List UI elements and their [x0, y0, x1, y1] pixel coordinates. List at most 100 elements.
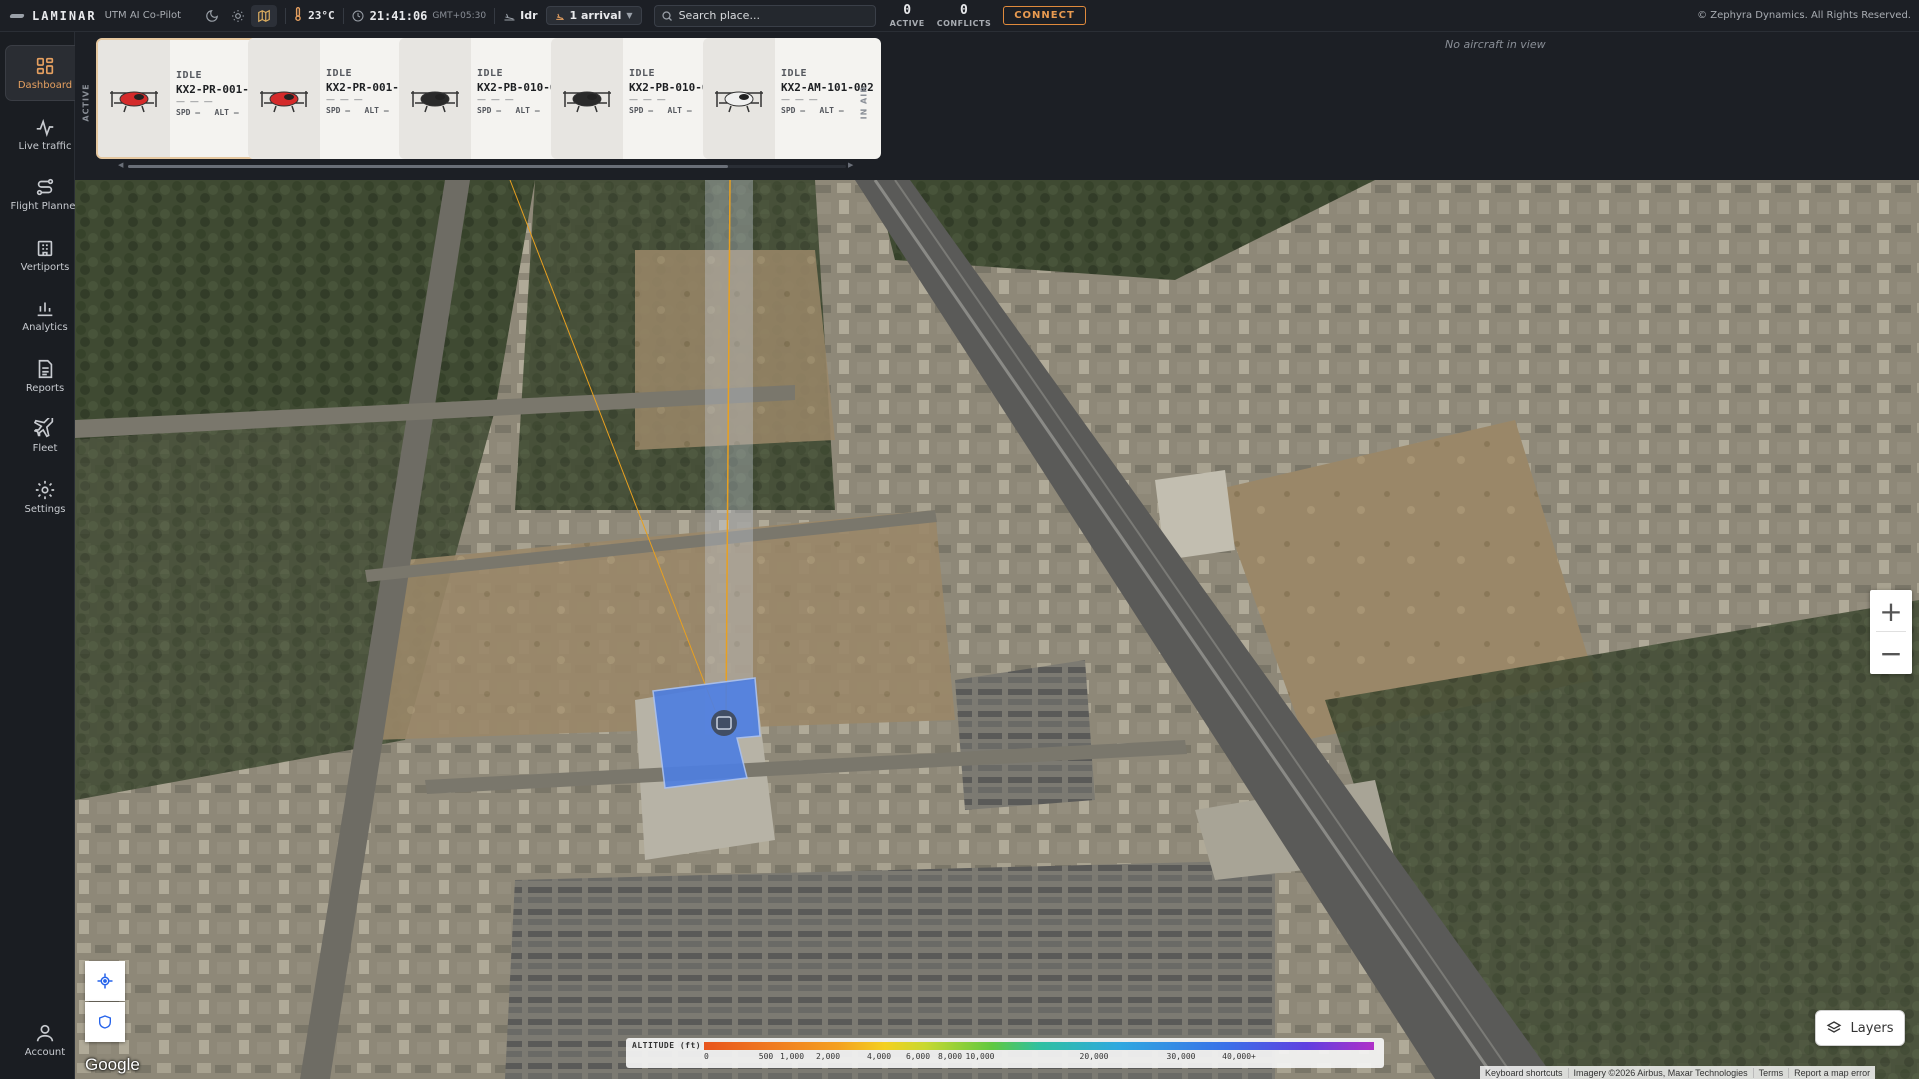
legend-ticks: 0 500 1,000 2,000 4,000 6,000 8,000 10,000 20,00…: [704, 1052, 1374, 1064]
evtol-aircraft-icon: [110, 90, 158, 112]
speed-value: SPD —: [326, 106, 351, 115]
aircraft-thumbnail: [248, 38, 320, 159]
divider: [342, 7, 344, 24]
moon-icon[interactable]: [199, 5, 225, 27]
scroll-left-arrow[interactable]: ◀: [118, 161, 123, 169]
zoom-in-button[interactable]: +: [1870, 590, 1912, 632]
clock-icon: [352, 10, 364, 22]
sidebar-item-label: Fleet: [32, 443, 58, 454]
in-air-section-label: IN AIR: [859, 85, 869, 120]
building-icon: [37, 240, 53, 257]
sidebar-item-vertiports[interactable]: Vertiports: [5, 227, 85, 283]
search-box[interactable]: [653, 4, 876, 27]
conflicts-count: 0: [960, 2, 968, 18]
search-icon: [661, 10, 673, 22]
speed-value: SPD —: [629, 106, 654, 115]
legend-title: ALTITUDE (ft): [632, 1041, 702, 1050]
gear-icon: [35, 480, 55, 500]
account-button[interactable]: Account: [5, 1012, 85, 1068]
divider: [285, 7, 287, 24]
user-icon: [36, 1024, 54, 1042]
landing-icon: [503, 10, 516, 22]
shield-icon: [99, 1015, 111, 1029]
sidebar-item-dashboard[interactable]: Dashboard: [5, 45, 85, 101]
sidebar-item-settings[interactable]: Settings: [5, 469, 85, 525]
evtol-aircraft-icon: [563, 90, 611, 112]
sidebar-item-label: Reports: [25, 383, 65, 394]
legend-tick-label: 500: [758, 1052, 774, 1061]
aircraft-thumbnail: [399, 38, 471, 159]
speed-value: SPD —: [781, 106, 806, 115]
account-label: Account: [24, 1047, 66, 1058]
altitude-value: ALT —: [819, 106, 844, 115]
logo-icon: [10, 11, 24, 21]
conflicts-label: CONFLICTS: [936, 18, 992, 28]
map-view[interactable]: + − Layers ALTITUDE (ft) 0 500 1,000 2,000 4…: [75, 180, 1919, 1079]
shield-button[interactable]: [85, 1002, 125, 1042]
sidebar-item-label: Analytics: [22, 322, 68, 333]
copyright: © Zephyra Dynamics. All Rights Reserved.: [1697, 10, 1911, 21]
scroll-right-arrow[interactable]: ▶: [848, 161, 853, 169]
thermometer-icon: [294, 6, 302, 24]
arrival-label: 1 arrival: [569, 9, 622, 22]
route-icon: [36, 178, 54, 196]
legend-tick-label: 6,000: [905, 1052, 931, 1061]
sidebar-item-label: Settings: [24, 504, 66, 515]
arrival-icon: [555, 11, 565, 21]
attribution-link[interactable]: Report a map error: [1789, 1068, 1875, 1078]
map-attribution: Keyboard shortcuts Imagery ©2026 Airbus, …: [1480, 1066, 1876, 1079]
legend-tick-label: 8,000: [937, 1052, 963, 1061]
timezone: GMT+05:30: [432, 10, 487, 21]
fleet-strip: ACTIVE IDLE KX2-PR-001-002— — — SPD — ALT …: [75, 32, 1919, 180]
attribution-link[interactable]: Terms: [1754, 1067, 1790, 1078]
connect-button[interactable]: CONNECT: [1003, 6, 1086, 25]
legend-tick-label: 2,000: [815, 1052, 841, 1061]
search-input[interactable]: [678, 9, 859, 22]
sidebar-item-label: Live traffic: [18, 141, 72, 152]
layers-label: Layers: [1850, 1020, 1894, 1036]
aircraft-status: IDLE: [781, 68, 808, 79]
evtol-aircraft-icon: [411, 90, 459, 112]
zoom-out-button[interactable]: −: [1870, 632, 1912, 674]
pulse-icon: [36, 118, 54, 137]
airport-code: Idr: [520, 9, 538, 22]
brand-name: LAMINAR: [32, 8, 97, 23]
document-icon: [38, 359, 53, 379]
active-section-label: ACTIVE: [81, 83, 91, 122]
scrollbar-thumb[interactable]: [128, 165, 728, 168]
fleet-scrollbar[interactable]: ◀ ▶: [118, 161, 856, 169]
altitude-gradient: [704, 1042, 1374, 1050]
arrivals-dropdown[interactable]: 1 arrival ▼: [545, 6, 642, 25]
divider: [1876, 631, 1906, 632]
aircraft-card[interactable]: IDLE KX2-AM-101-002— — — SPD — ALT —: [703, 38, 881, 159]
attribution-link[interactable]: Imagery ©2026 Airbus, Maxar Technologies: [1569, 1067, 1754, 1078]
bar-chart-icon: [37, 302, 53, 317]
satellite-imagery: [75, 180, 1919, 1079]
sidebar-item-fleet[interactable]: Fleet: [5, 408, 85, 464]
temperature: 23°C: [308, 9, 335, 22]
sidebar-item-flight-planner[interactable]: Flight Planner: [5, 166, 85, 222]
divider: [494, 7, 496, 24]
layers-icon: [1827, 1021, 1842, 1033]
sidebar-item-reports[interactable]: Reports: [5, 348, 85, 404]
altitude-legend: ALTITUDE (ft) 0 500 1,000 2,000 4,000 6,000 8,…: [626, 1038, 1384, 1068]
locate-button[interactable]: [85, 961, 125, 1001]
altitude-value: ALT —: [515, 106, 540, 115]
layers-button[interactable]: Layers: [1815, 1010, 1905, 1046]
sidebar-item-label: Dashboard: [17, 80, 73, 91]
attribution-link[interactable]: Keyboard shortcuts: [1480, 1067, 1569, 1078]
legend-tick-label: 30,000: [1166, 1052, 1196, 1061]
sidebar-item-analytics[interactable]: Analytics: [5, 287, 85, 343]
crosshair-icon: [97, 973, 113, 989]
active-label: ACTIVE: [889, 18, 925, 28]
sidebar-item-live-traffic[interactable]: Live traffic: [5, 106, 85, 162]
active-counter: 0 ACTIVE: [890, 4, 925, 28]
chevron-down-icon: ▼: [626, 11, 633, 20]
plane-icon: [34, 418, 54, 438]
speed-value: SPD —: [477, 106, 502, 115]
clock-time: 21:41:06: [369, 8, 428, 23]
sun-icon[interactable]: [225, 5, 251, 27]
map-icon[interactable]: [251, 4, 278, 27]
aircraft-thumbnail: [551, 38, 623, 159]
legend-tick-label: 20,000: [1079, 1052, 1109, 1061]
